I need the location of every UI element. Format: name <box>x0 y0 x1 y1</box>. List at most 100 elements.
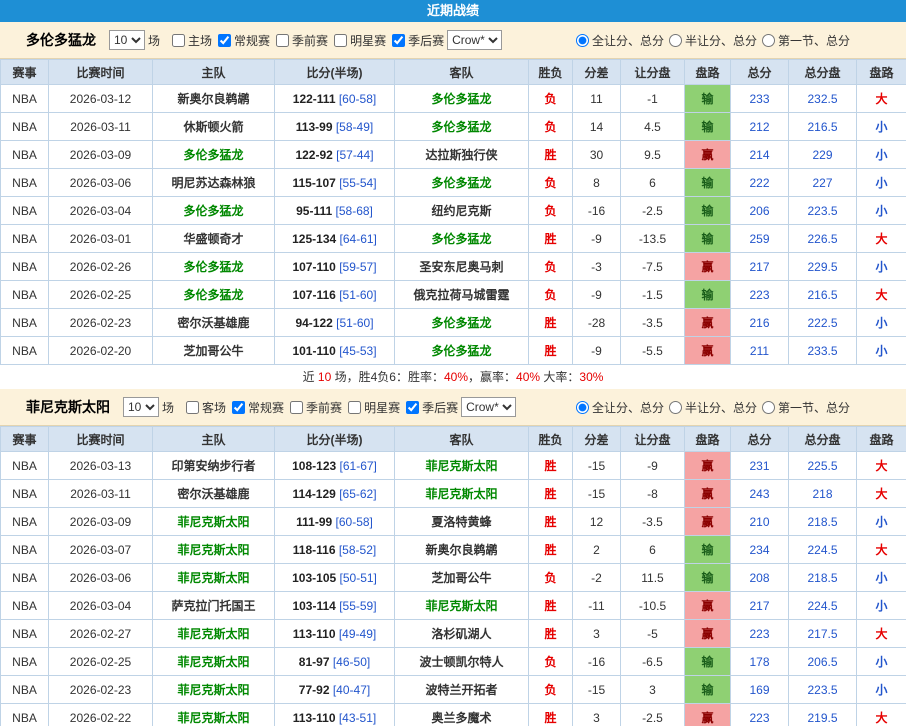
regular-season-checkbox[interactable] <box>218 34 231 47</box>
checkbox-playoffs[interactable]: 季后赛 <box>400 399 458 416</box>
radio-half-handicap[interactable]: 半让分、总分 <box>664 399 757 416</box>
col-diff: 分差 <box>573 60 621 85</box>
games-table-raptors: 赛事 比赛时间 主队 比分(半场) 客队 胜负 分差 让分盘 盘路 总分 总分盘… <box>0 59 906 365</box>
handicap-trend-cell: 输 <box>685 197 731 225</box>
diff-cell: -9 <box>573 225 621 253</box>
col-home: 主队 <box>153 427 275 452</box>
score-cell: 108-123 [61-67] <box>275 452 395 480</box>
checkbox-allstar[interactable]: 明星赛 <box>328 32 386 49</box>
checkbox-preseason[interactable]: 季前赛 <box>284 399 342 416</box>
result-cell: 胜 <box>529 337 573 365</box>
games-count-select[interactable]: 10 <box>109 30 145 50</box>
summary-text: 40% <box>444 370 468 384</box>
bookmaker-select[interactable]: Crow* <box>461 397 516 417</box>
league-cell: NBA <box>1 592 49 620</box>
handicap-trend-cell: 赢 <box>685 592 731 620</box>
total-line-cell: 206.5 <box>789 648 857 676</box>
col-time: 比赛时间 <box>49 60 153 85</box>
home-team-cell: 菲尼克斯太阳 <box>153 508 275 536</box>
playoffs-checkbox[interactable] <box>392 34 405 47</box>
game-row: NBA2026-03-11密尔沃基雄鹿114-129 [65-62]菲尼克斯太阳… <box>1 480 906 508</box>
preseason-checkbox[interactable] <box>290 401 303 414</box>
total-line-cell: 216.5 <box>789 113 857 141</box>
handicap-trend-cell: 赢 <box>685 337 731 365</box>
col-handicap-trend: 盘路 <box>685 60 731 85</box>
bookmaker-select[interactable]: Crow* <box>447 30 502 50</box>
home-team-cell: 多伦多猛龙 <box>153 141 275 169</box>
total-cell: 234 <box>731 536 789 564</box>
score-cell: 101-110 [45-53] <box>275 337 395 365</box>
first-quarter-radio[interactable] <box>762 401 775 414</box>
games-count-select[interactable]: 10 <box>123 397 159 417</box>
handicap-trend-cell: 输 <box>685 225 731 253</box>
count-suffix-label: 场 <box>148 32 160 49</box>
league-cell: NBA <box>1 225 49 253</box>
result-cell: 负 <box>529 197 573 225</box>
total-trend-cell: 小 <box>857 169 906 197</box>
total-cell: 243 <box>731 480 789 508</box>
diff-cell: -3 <box>573 253 621 281</box>
regular-season-checkbox[interactable] <box>232 401 245 414</box>
radio-half-handicap[interactable]: 半让分、总分 <box>664 32 757 49</box>
first-quarter-radio[interactable] <box>762 34 775 47</box>
col-result: 胜负 <box>529 427 573 452</box>
col-event: 赛事 <box>1 60 49 85</box>
result-cell: 负 <box>529 113 573 141</box>
game-row: NBA2026-03-11休斯顿火箭113-99 [58-49]多伦多猛龙负14… <box>1 113 906 141</box>
away-team-cell: 纽约尼克斯 <box>395 197 529 225</box>
handicap-trend-cell: 输 <box>685 648 731 676</box>
checkbox-regular-season[interactable]: 常规赛 <box>226 399 284 416</box>
game-row: NBA2026-03-13印第安纳步行者108-123 [61-67]菲尼克斯太… <box>1 452 906 480</box>
total-line-cell: 216.5 <box>789 281 857 309</box>
checkbox-regular-season[interactable]: 常规赛 <box>212 32 270 49</box>
home-team-cell: 多伦多猛龙 <box>153 281 275 309</box>
result-cell: 胜 <box>529 480 573 508</box>
radio-full-handicap[interactable]: 全让分、总分 <box>571 399 664 416</box>
half-handicap-radio[interactable] <box>669 34 682 47</box>
half-handicap-radio[interactable] <box>669 401 682 414</box>
games-table-header: 赛事 比赛时间 主队 比分(半场) 客队 胜负 分差 让分盘 盘路 总分 总分盘… <box>1 60 906 85</box>
full-handicap-radio[interactable] <box>576 34 589 47</box>
away-team-cell: 多伦多猛龙 <box>395 225 529 253</box>
total-trend-cell: 小 <box>857 309 906 337</box>
checkbox-playoffs[interactable]: 季后赛 <box>386 32 444 49</box>
playoffs-checkbox[interactable] <box>406 401 419 414</box>
score-cell: 77-92 [40-47] <box>275 676 395 704</box>
total-line-cell: 229.5 <box>789 253 857 281</box>
league-cell: NBA <box>1 704 49 726</box>
radio-full-handicap[interactable]: 全让分、总分 <box>571 32 664 49</box>
league-cell: NBA <box>1 337 49 365</box>
result-cell: 胜 <box>529 704 573 726</box>
radio-first-quarter[interactable]: 第一节、总分 <box>757 399 850 416</box>
handicap-cell: 11.5 <box>621 564 685 592</box>
preseason-checkbox[interactable] <box>276 34 289 47</box>
diff-cell: 11 <box>573 85 621 113</box>
page-title-bar: 近期战绩 <box>0 0 906 22</box>
radio-first-quarter[interactable]: 第一节、总分 <box>757 32 850 49</box>
league-cell: NBA <box>1 169 49 197</box>
date-cell: 2026-03-06 <box>49 169 153 197</box>
handicap-cell: -3.5 <box>621 309 685 337</box>
venue-checkbox[interactable] <box>172 34 185 47</box>
col-handicap-trend: 盘路 <box>685 427 731 452</box>
allstar-checkbox[interactable] <box>334 34 347 47</box>
score-cell: 122-92 [57-44] <box>275 141 395 169</box>
total-line-cell: 217.5 <box>789 620 857 648</box>
checkbox-venue[interactable]: 客场 <box>180 399 226 416</box>
away-team-cell: 多伦多猛龙 <box>395 113 529 141</box>
venue-checkbox[interactable] <box>186 401 199 414</box>
checkbox-venue[interactable]: 主场 <box>166 32 212 49</box>
full-handicap-radio[interactable] <box>576 401 589 414</box>
total-cell: 206 <box>731 197 789 225</box>
total-line-cell: 229 <box>789 141 857 169</box>
diff-cell: -2 <box>573 564 621 592</box>
result-cell: 负 <box>529 676 573 704</box>
col-total: 总分 <box>731 60 789 85</box>
date-cell: 2026-03-07 <box>49 536 153 564</box>
checkbox-preseason[interactable]: 季前赛 <box>270 32 328 49</box>
diff-cell: 3 <box>573 620 621 648</box>
allstar-checkbox[interactable] <box>348 401 361 414</box>
checkbox-allstar[interactable]: 明星赛 <box>342 399 400 416</box>
game-row: NBA2026-03-06明尼苏达森林狼115-107 [55-54]多伦多猛龙… <box>1 169 906 197</box>
col-total: 总分 <box>731 427 789 452</box>
